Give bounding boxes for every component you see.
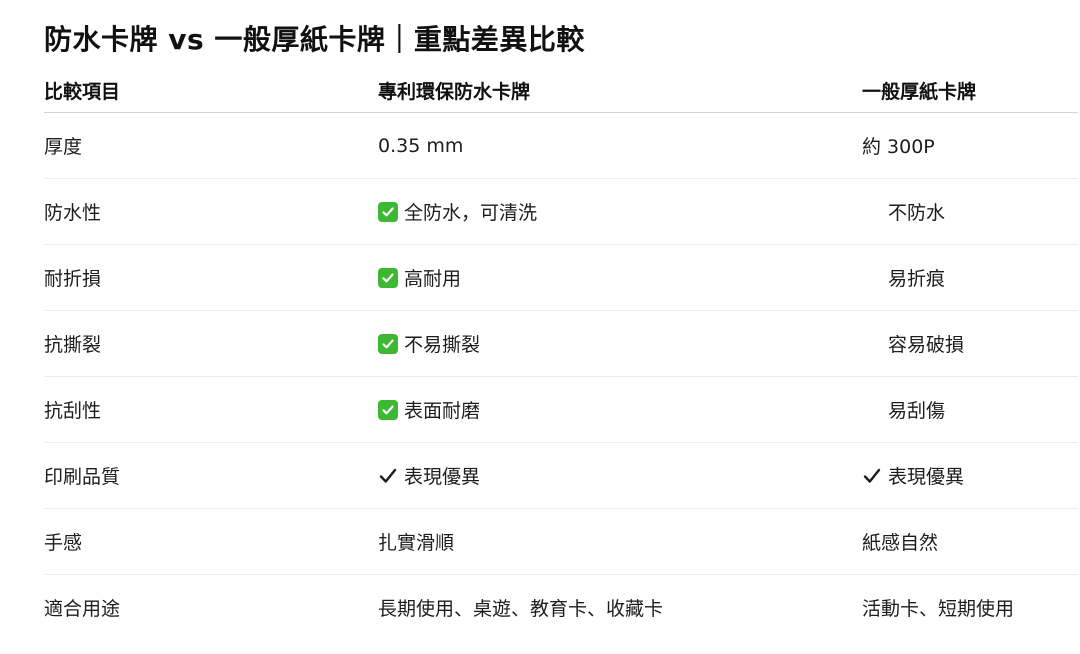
paper-value-text: 不防水	[888, 202, 946, 224]
waterproof-value-text: 扎實滑順	[378, 532, 455, 554]
green-check-box-icon	[378, 267, 398, 288]
table-row: 厚度 0.35 mm 約 300P	[44, 113, 1078, 179]
header-paper-cards: 一般厚紙卡牌	[862, 80, 977, 103]
check-mark-icon	[862, 466, 882, 486]
paper-value-text: 易刮傷	[888, 400, 946, 422]
table-row: 印刷品質 表現優異 表現優異	[44, 443, 1078, 509]
waterproof-value: 扎實滑順	[378, 509, 454, 574]
green-check-box-icon	[378, 201, 398, 222]
row-item-label: 耐折損	[44, 268, 102, 290]
paper-value: 易折痕	[862, 245, 945, 310]
check-mark-icon	[378, 466, 398, 486]
paper-value-text: 約 300P	[862, 136, 935, 158]
waterproof-value-text: 表現優異	[404, 466, 481, 488]
green-check-box-icon	[378, 333, 398, 354]
green-check-box-icon	[378, 399, 398, 420]
waterproof-value-text: 不易撕裂	[404, 334, 481, 356]
waterproof-value-text: 0.35 mm	[378, 134, 464, 157]
paper-value-text: 活動卡、短期使用	[862, 598, 1015, 620]
paper-value: 約 300P	[862, 113, 935, 178]
row-item-label: 適合用途	[44, 598, 121, 620]
comparison-page: 防水卡牌 vs 一般厚紙卡牌｜重點差異比較 比較項目 專利環保防水卡牌 一般厚紙…	[0, 0, 1080, 654]
paper-value: 不防水	[862, 179, 945, 244]
table-header: 比較項目 專利環保防水卡牌 一般厚紙卡牌	[44, 68, 1078, 113]
table-row: 防水性 全防水，可清洗 不防水	[44, 179, 1078, 245]
row-item-label: 厚度	[44, 136, 83, 158]
header-item: 比較項目	[44, 80, 121, 103]
waterproof-value: 表面耐磨	[378, 377, 480, 442]
row-item-label: 抗刮性	[44, 400, 102, 422]
comparison-table: 比較項目 專利環保防水卡牌 一般厚紙卡牌 厚度 0.35 mm 約 300P 防…	[44, 68, 1078, 640]
waterproof-value-text: 全防水，可清洗	[404, 202, 538, 224]
waterproof-value-text: 表面耐磨	[404, 400, 481, 422]
table-row: 適合用途 長期使用、桌遊、教育卡、收藏卡 活動卡、短期使用	[44, 575, 1078, 640]
waterproof-value: 表現優異	[378, 443, 480, 508]
row-item-label: 防水性	[44, 202, 102, 224]
paper-value-text: 表現優異	[888, 466, 965, 488]
paper-value-text: 紙感自然	[862, 532, 939, 554]
table-row: 手感 扎實滑順 紙感自然	[44, 509, 1078, 575]
table-row: 耐折損 高耐用 易折痕	[44, 245, 1078, 311]
waterproof-value: 全防水，可清洗	[378, 179, 537, 244]
waterproof-value: 高耐用	[378, 245, 461, 310]
row-item-label: 印刷品質	[44, 466, 121, 488]
paper-value: 表現優異	[862, 443, 964, 508]
row-item-label: 抗撕裂	[44, 334, 102, 356]
waterproof-value: 不易撕裂	[378, 311, 480, 376]
waterproof-value: 0.35 mm	[378, 113, 463, 178]
paper-value: 易刮傷	[862, 377, 945, 442]
paper-value-text: 易折痕	[888, 268, 946, 290]
paper-value-text: 容易破損	[888, 334, 965, 356]
paper-value: 活動卡、短期使用	[862, 575, 1014, 640]
page-title: 防水卡牌 vs 一般厚紙卡牌｜重點差異比較	[44, 23, 585, 56]
paper-value: 紙感自然	[862, 509, 938, 574]
header-waterproof-cards: 專利環保防水卡牌	[378, 80, 531, 103]
waterproof-value-text: 高耐用	[404, 268, 462, 290]
waterproof-value: 長期使用、桌遊、教育卡、收藏卡	[378, 575, 663, 640]
paper-value: 容易破損	[862, 311, 964, 376]
table-row: 抗撕裂 不易撕裂 容易破損	[44, 311, 1078, 377]
table-row: 抗刮性 表面耐磨 易刮傷	[44, 377, 1078, 443]
row-item-label: 手感	[44, 532, 83, 554]
waterproof-value-text: 長期使用、桌遊、教育卡、收藏卡	[378, 598, 664, 620]
